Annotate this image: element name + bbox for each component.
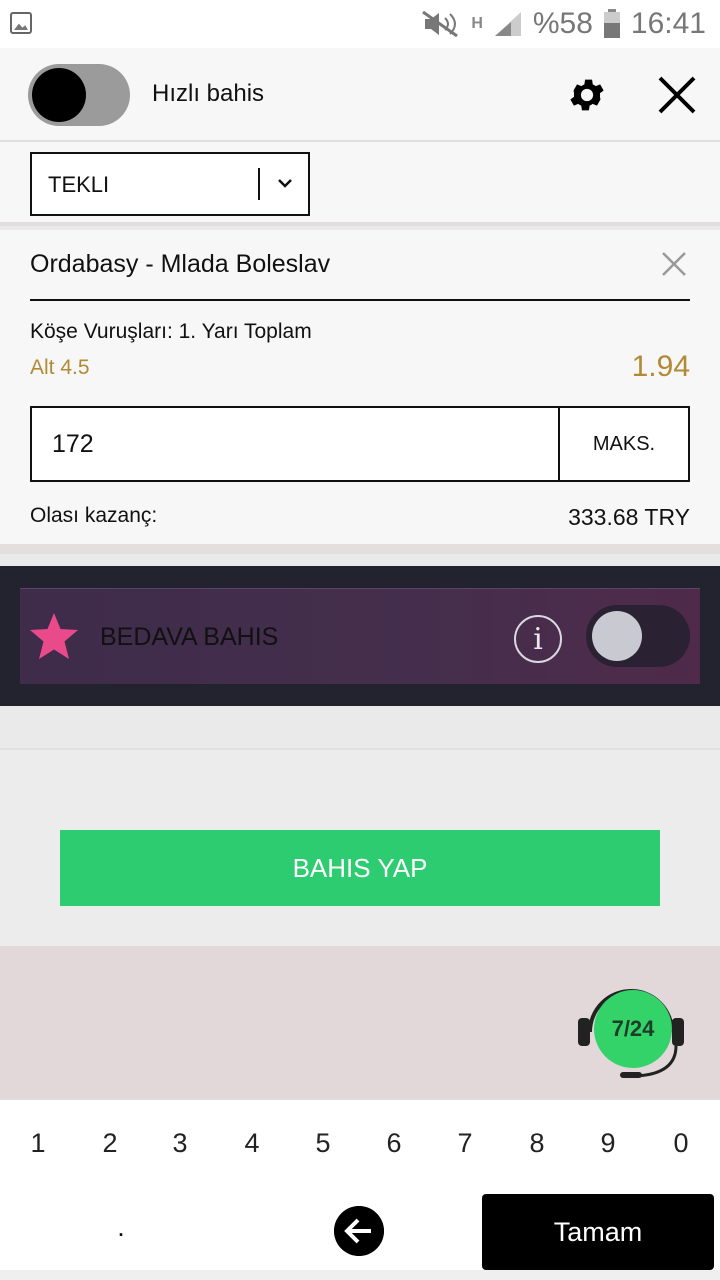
backspace-arrow-icon[interactable]	[334, 1206, 384, 1256]
info-icon[interactable]: i	[514, 615, 562, 663]
free-bet-section: BEDAVA BAHIS i	[0, 566, 720, 706]
place-bet-button[interactable]: BAHIS YAP	[60, 830, 660, 906]
quick-bet-toggle-knob	[32, 68, 86, 122]
signal-icon	[494, 12, 521, 36]
bet-type-value: TEKLI	[48, 172, 110, 197]
bet-type-select[interactable]: TEKLI	[30, 152, 310, 216]
digit-row: 1 2 3 4 5 6 7 8 9 0	[0, 1128, 720, 1172]
key-4[interactable]: 4	[227, 1128, 277, 1159]
clock: 16:41	[630, 7, 706, 40]
remove-bet-icon[interactable]	[660, 250, 688, 278]
free-bet-toggle[interactable]	[586, 605, 690, 667]
done-button[interactable]: Tamam	[482, 1194, 714, 1270]
numeric-keypad: 1 2 3 4 5 6 7 8 9 0 . Tamam	[0, 1098, 720, 1280]
potential-win-value: 333.68 TRY	[568, 504, 690, 530]
divider	[30, 299, 690, 301]
gear-icon[interactable]	[566, 74, 608, 116]
bottom-strip	[0, 1270, 720, 1280]
stake-input[interactable]: 172 MAKS.	[30, 406, 690, 482]
network-type: H	[471, 15, 483, 32]
free-bet-toggle-knob	[592, 611, 642, 661]
free-bet-label: BEDAVA BAHIS	[100, 623, 279, 651]
bet-type-bar: TEKLI	[0, 142, 720, 226]
odds-value: 1.94	[631, 350, 690, 383]
quick-bet-toggle[interactable]	[28, 64, 130, 126]
status-bar: H %58 16:41	[0, 0, 720, 48]
bet-card: Ordabasy - Mlada Boleslav Köşe Vuruşları…	[0, 230, 720, 554]
key-6[interactable]: 6	[369, 1128, 419, 1159]
stake-value: 172	[52, 430, 94, 458]
action-area	[0, 706, 720, 946]
gallery-notification-icon	[10, 12, 32, 34]
key-8[interactable]: 8	[512, 1128, 562, 1159]
market-name: Köşe Vuruşları: 1. Yarı Toplam	[30, 320, 312, 343]
key-dot[interactable]: .	[96, 1212, 146, 1243]
selection-name: Alt 4.5	[30, 356, 90, 379]
mute-icon	[422, 10, 459, 38]
potential-win-label: Olası kazanç:	[30, 504, 158, 527]
key-0[interactable]: 0	[656, 1128, 706, 1159]
quick-bet-label: Hızlı bahis	[152, 80, 265, 107]
key-2[interactable]: 2	[85, 1128, 135, 1159]
chevron-down-icon	[278, 179, 292, 188]
key-3[interactable]: 3	[155, 1128, 205, 1159]
close-icon[interactable]	[654, 72, 700, 118]
betslip-header: Hızlı bahis	[0, 48, 720, 142]
battery-icon	[603, 9, 620, 38]
key-9[interactable]: 9	[583, 1128, 633, 1159]
support-badge[interactable]: 7/24	[594, 990, 672, 1068]
star-icon	[30, 613, 78, 659]
key-1[interactable]: 1	[13, 1128, 63, 1159]
battery-percent: %58	[532, 7, 593, 40]
max-stake-button[interactable]: MAKS.	[558, 408, 688, 480]
select-divider	[258, 168, 260, 200]
match-title: Ordabasy - Mlada Boleslav	[30, 250, 331, 278]
key-5[interactable]: 5	[298, 1128, 348, 1159]
status-icons: H %58 16:41	[421, 7, 706, 40]
divider	[0, 748, 720, 750]
key-7[interactable]: 7	[440, 1128, 490, 1159]
free-bet-banner: BEDAVA BAHIS i	[20, 588, 700, 684]
